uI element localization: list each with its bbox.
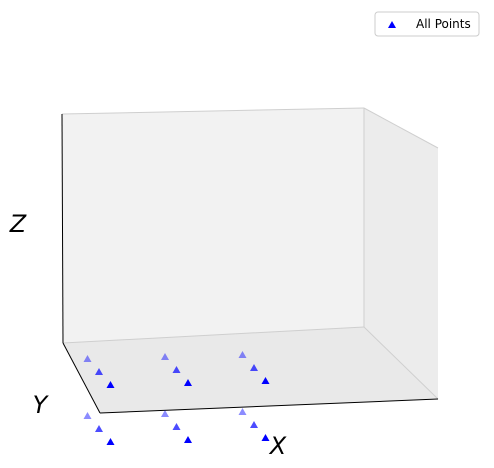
- data-point: [106, 438, 115, 445]
- z-axis-label: Z: [9, 210, 27, 238]
- data-point: [238, 408, 247, 415]
- y-axis-label: Y: [33, 391, 50, 419]
- back-pane: [62, 108, 364, 343]
- data-point: [83, 412, 92, 419]
- data-point: [161, 410, 169, 417]
- data-point: [250, 421, 258, 428]
- data-point: [172, 423, 181, 430]
- chart: X Y Z All Points: [9, 11, 480, 460]
- data-point: [95, 425, 103, 432]
- data-point: [261, 434, 270, 441]
- legend-label: All Points: [416, 17, 471, 31]
- legend: All Points: [374, 11, 480, 37]
- data-point: [184, 436, 192, 443]
- x-axis-label: X: [268, 432, 287, 460]
